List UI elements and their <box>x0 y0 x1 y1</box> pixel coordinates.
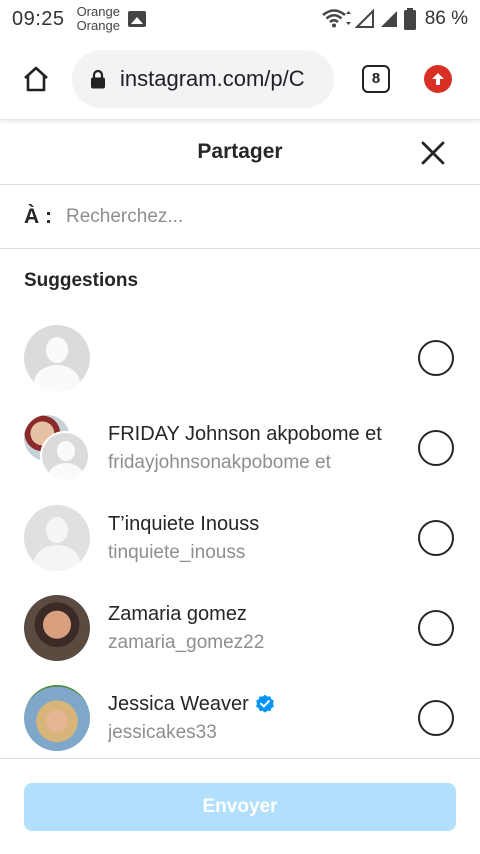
contact-info: Zamaria gomez zamaria_gomez22 <box>108 603 418 654</box>
battery-percent: 86 % <box>424 8 468 29</box>
share-title: Partager <box>197 140 283 163</box>
suggestions-list: FRIDAY Johnson akpobome et fridayjohnson… <box>0 313 480 757</box>
status-bar: 09:25 Orange Orange 86 % <box>0 0 480 38</box>
address-bar[interactable]: instagram.com/p/C <box>72 49 334 108</box>
contact-name: FRIDAY Johnson akpobome et <box>108 422 382 445</box>
list-item[interactable] <box>0 313 480 403</box>
url-text: instagram.com/p/C <box>120 65 305 91</box>
contact-info: T’inquiete Inouss tinquiete_inouss <box>108 513 418 564</box>
contact-name: Jessica Weaver <box>108 693 418 716</box>
list-item[interactable]: T’inquiete Inouss tinquiete_inouss <box>0 493 480 583</box>
select-radio[interactable] <box>418 610 454 646</box>
contact-name: T’inquiete Inouss <box>108 512 260 535</box>
image-notification-icon <box>127 11 146 27</box>
contact-info <box>108 355 418 361</box>
list-item[interactable]: FRIDAY Johnson akpobome et fridayjohnson… <box>0 403 480 493</box>
arrow-up-icon <box>432 72 444 85</box>
share-footer: Envoyer <box>0 758 480 854</box>
carrier-info: Orange Orange <box>77 5 120 33</box>
recipient-search-input[interactable] <box>66 205 446 228</box>
recipient-row: À : <box>0 185 480 249</box>
contact-handle: jessicakes33 <box>108 721 217 743</box>
verified-badge-icon <box>255 694 274 713</box>
avatar <box>24 595 90 661</box>
select-radio[interactable] <box>418 700 454 736</box>
avatar <box>24 505 90 571</box>
select-radio[interactable] <box>418 520 454 556</box>
lock-icon <box>91 69 105 88</box>
to-label: À : <box>24 204 52 228</box>
contact-name: Zamaria gomez <box>108 602 247 625</box>
home-icon <box>24 66 48 91</box>
group-avatar <box>24 415 90 481</box>
contact-info: Jessica Weaver jessicakes33 <box>108 693 418 744</box>
send-button[interactable]: Envoyer <box>24 783 456 831</box>
select-radio[interactable] <box>418 430 454 466</box>
select-radio[interactable] <box>418 340 454 376</box>
wifi-icon <box>321 9 351 28</box>
contact-handle: zamaria_gomez22 <box>108 631 265 653</box>
tab-switcher-button[interactable]: 8 <box>362 64 390 93</box>
browser-toolbar: instagram.com/p/C 8 <box>0 38 480 120</box>
contact-handle: tinquiete_inouss <box>108 541 246 563</box>
tab-count: 8 <box>371 70 381 87</box>
update-button[interactable] <box>424 64 452 93</box>
suggestions-heading: Suggestions <box>24 270 139 291</box>
home-button[interactable] <box>12 55 60 103</box>
avatar <box>24 325 90 391</box>
close-icon[interactable] <box>418 138 448 168</box>
contact-info: FRIDAY Johnson akpobome et fridayjohnson… <box>108 423 418 474</box>
avatar <box>24 685 90 751</box>
status-time: 09:25 <box>12 7 65 30</box>
signal-icon-2 <box>380 11 397 27</box>
list-item[interactable]: Zamaria gomez zamaria_gomez22 <box>0 583 480 673</box>
share-header: Partager <box>0 120 480 185</box>
battery-icon <box>403 8 416 30</box>
status-icons: 86 % <box>321 0 468 38</box>
signal-icon-1 <box>354 9 374 28</box>
contact-handle: fridayjohnsonakpobome et <box>108 451 331 473</box>
carrier-line-1: Orange <box>76 4 120 19</box>
carrier-line-2: Orange <box>76 18 120 33</box>
list-item[interactable]: Jessica Weaver jessicakes33 <box>0 673 480 757</box>
